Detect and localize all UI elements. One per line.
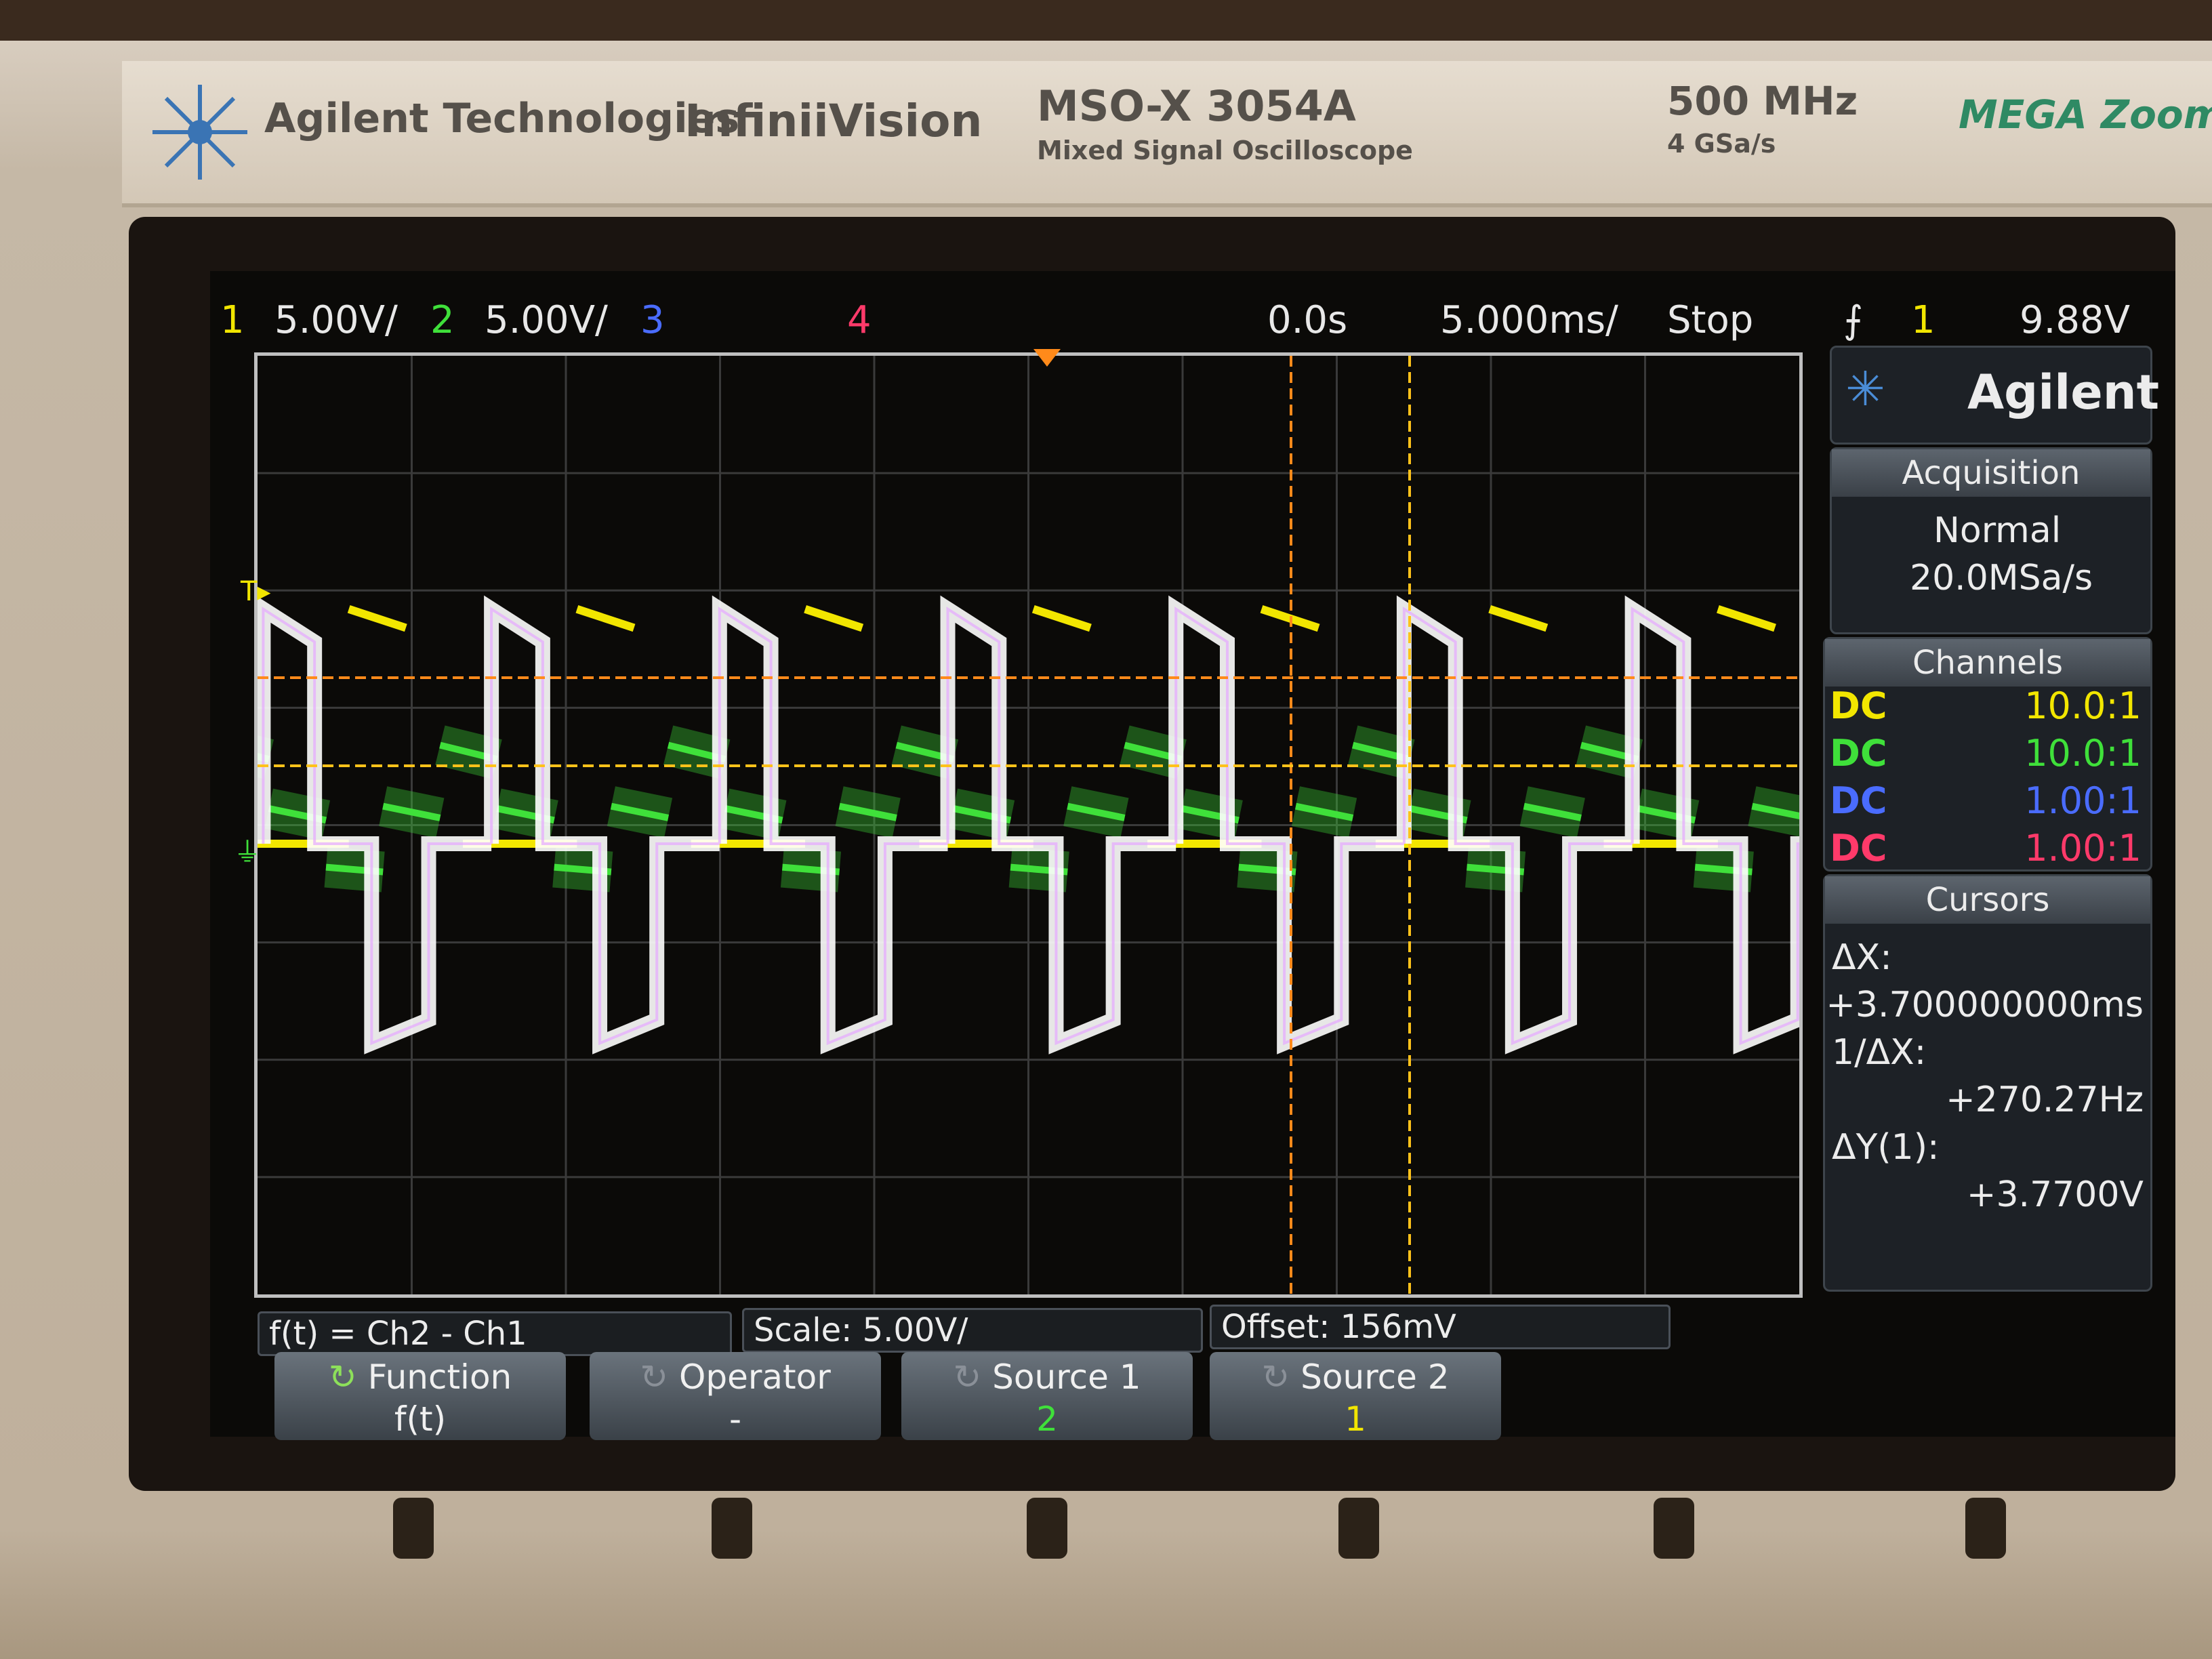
brand-bar: Agilent Technologies InfiniiVision MSO-X… xyxy=(122,61,2212,207)
trigger-edge-icon: ⨍ xyxy=(1843,298,1864,342)
ch3-coupling: DC xyxy=(1830,779,1887,822)
rotate-knob-icon: ↻ xyxy=(640,1357,679,1397)
math-scale[interactable]: Scale: 5.00V/ xyxy=(742,1308,1203,1353)
model-name: MSO-X 3054A xyxy=(1037,81,1356,131)
dx-label: ΔX: xyxy=(1832,937,1892,978)
trigger-position-marker[interactable] xyxy=(1033,349,1061,367)
ch1-scale[interactable]: 5.00V/ xyxy=(274,298,398,342)
softkey-value: f(t) xyxy=(394,1399,447,1439)
ch1-probe-ratio: 10.0:1 xyxy=(2024,684,2142,727)
acq-rate: 20.0MSa/s xyxy=(1910,558,2093,598)
ch2-probe-ratio: 10.0:1 xyxy=(2024,732,2142,775)
inv-dx-value: +270.27Hz xyxy=(1946,1080,2144,1120)
trigger-level-marker[interactable]: T▸ xyxy=(241,576,271,607)
trigger-source[interactable]: 1 xyxy=(1911,298,1936,342)
softkey-value: 2 xyxy=(1036,1399,1058,1439)
source1-softkey[interactable]: ↻ Source 1 2 xyxy=(901,1352,1193,1440)
time-delay[interactable]: 0.0s xyxy=(1267,298,1347,342)
ch3-probe-ratio: 1.00:1 xyxy=(2024,779,2142,822)
logo-panel: ✳ Agilent xyxy=(1830,346,2159,445)
hardware-softkey-2[interactable] xyxy=(712,1498,752,1559)
softkey-label: Operator xyxy=(678,1357,831,1397)
ch4-coupling: DC xyxy=(1830,827,1887,869)
waveform-area[interactable] xyxy=(207,356,1861,1294)
ch2-coupling: DC xyxy=(1830,732,1887,775)
operator-softkey[interactable]: ↻ Operator - xyxy=(590,1352,881,1440)
softkey-value: - xyxy=(729,1399,742,1439)
ch2-number[interactable]: 2 xyxy=(430,298,455,342)
function-softkey[interactable]: ↻ Function f(t) xyxy=(274,1352,566,1440)
hardware-softkey-6[interactable] xyxy=(1965,1498,2006,1559)
cursors-title: Cursors xyxy=(1825,876,2150,924)
source2-softkey[interactable]: ↻ Source 2 1 xyxy=(1210,1352,1501,1440)
math-function-expr: f(t) = Ch2 - Ch1 xyxy=(258,1311,732,1356)
ch1-coupling: DC xyxy=(1830,684,1887,727)
dx-value: +3.700000000ms xyxy=(1826,985,2144,1025)
ground-marker[interactable]: ⏚ xyxy=(234,830,261,869)
side-logo-text: Agilent xyxy=(1967,365,2160,420)
run-state[interactable]: Stop xyxy=(1667,298,1753,342)
softkey-label: Source 1 xyxy=(992,1357,1141,1397)
ch1-number[interactable]: 1 xyxy=(220,298,245,342)
megazoom-logo: MEGA Zoom xyxy=(1959,91,2212,138)
ch4-number[interactable]: 4 xyxy=(847,298,872,342)
graticule[interactable] xyxy=(207,352,1861,1298)
sample-rate-spec: 4 GSa/s xyxy=(1667,129,1776,159)
channels-title: Channels xyxy=(1825,639,2150,687)
rotate-knob-icon: ↻ xyxy=(328,1357,368,1397)
dy-label: ΔY(1): xyxy=(1832,1127,1940,1168)
ch3-number[interactable]: 3 xyxy=(640,298,665,342)
ch2-scale[interactable]: 5.00V/ xyxy=(485,298,608,342)
dy-value: +3.7700V xyxy=(1966,1174,2144,1215)
softkey-value: 1 xyxy=(1345,1399,1366,1439)
agilent-spark-icon: ✳ xyxy=(1845,361,1885,417)
hardware-softkey-4[interactable] xyxy=(1338,1498,1379,1559)
cursors-panel[interactable]: Cursors ΔX: +3.700000000ms 1/ΔX: +270.27… xyxy=(1823,874,2152,1292)
hardware-softkey-3[interactable] xyxy=(1027,1498,1067,1559)
bandwidth: 500 MHz xyxy=(1667,78,1858,124)
acq-mode: Normal xyxy=(1933,510,2062,551)
ch4-probe-ratio: 1.00:1 xyxy=(2024,827,2142,869)
inv-dx-label: 1/ΔX: xyxy=(1832,1032,1927,1073)
brand-name: Agilent Technologies xyxy=(264,95,740,142)
model-description: Mixed Signal Oscilloscope xyxy=(1037,136,1413,165)
acquisition-panel[interactable]: Acquisition Normal 20.0MSa/s xyxy=(1830,447,2152,634)
acquisition-title: Acquisition xyxy=(1832,449,2150,497)
time-scale[interactable]: 5.000ms/ xyxy=(1440,298,1618,342)
softkey-label: Source 2 xyxy=(1300,1357,1450,1397)
series-name: InfiniiVision xyxy=(684,95,983,147)
agilent-spark-icon xyxy=(152,85,247,180)
hardware-softkey-1[interactable] xyxy=(393,1498,434,1559)
trigger-level[interactable]: 9.88V xyxy=(2020,298,2130,342)
rotate-knob-icon: ↻ xyxy=(1261,1357,1301,1397)
math-offset[interactable]: Offset: 156mV xyxy=(1210,1305,1671,1349)
rotate-knob-icon: ↻ xyxy=(953,1357,993,1397)
softkey-label: Function xyxy=(367,1357,512,1397)
hardware-softkey-5[interactable] xyxy=(1654,1498,1694,1559)
